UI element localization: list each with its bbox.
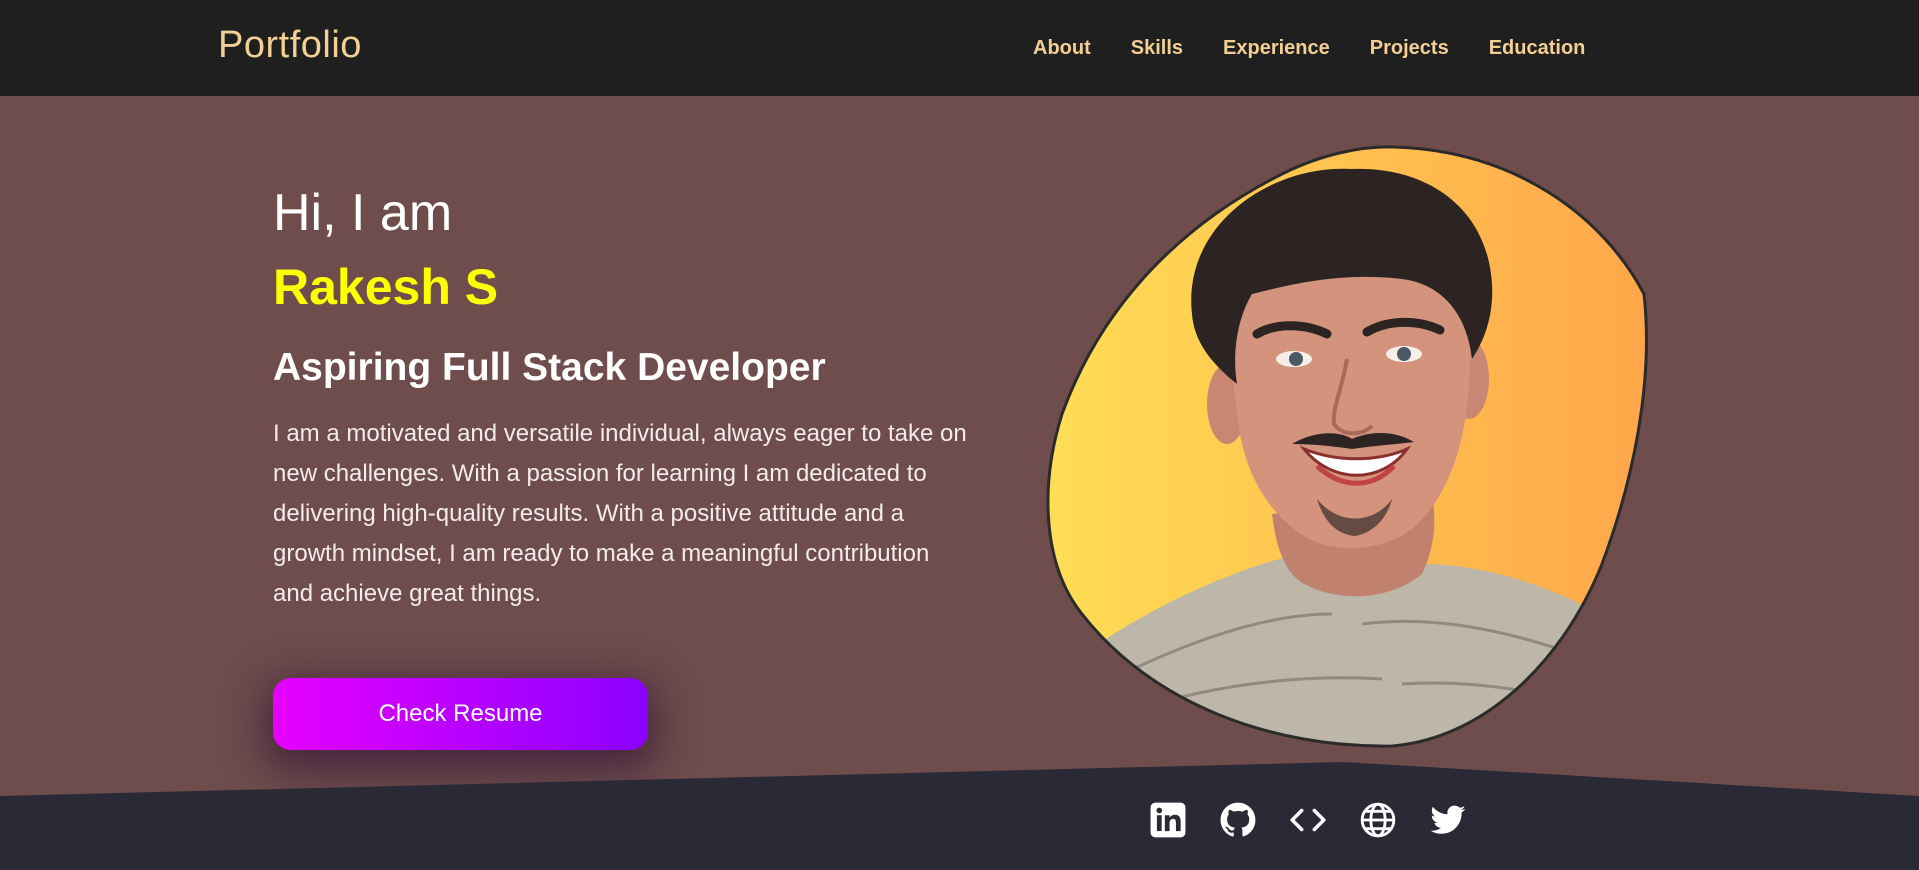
- nav-link-about[interactable]: About: [1033, 37, 1091, 63]
- profile-photo-blob: [1046, 145, 1648, 748]
- check-resume-button[interactable]: Check Resume: [273, 678, 648, 750]
- nav-link-experience[interactable]: Experience: [1223, 37, 1330, 63]
- nav-links: About Skills Experience Projects Educati…: [1033, 37, 1625, 63]
- brand-logo[interactable]: Portfolio: [218, 24, 362, 67]
- twitter-icon[interactable]: [1428, 800, 1468, 840]
- social-links: [1148, 800, 1498, 840]
- profile-photo: [1042, 144, 1650, 749]
- role-heading: Aspiring Full Stack Developer: [273, 346, 826, 389]
- code-icon[interactable]: [1288, 800, 1328, 840]
- hero-section: Hi, I am Rakesh S Aspiring Full Stack De…: [273, 180, 973, 614]
- linkedin-icon[interactable]: [1148, 800, 1188, 840]
- bio-paragraph: I am a motivated and versatile individua…: [273, 420, 967, 607]
- footer-wave: [0, 762, 1919, 870]
- globe-icon[interactable]: [1358, 800, 1398, 840]
- name-heading: Rakesh S: [273, 259, 499, 315]
- github-icon[interactable]: [1218, 800, 1258, 840]
- greeting-heading: Hi, I am: [273, 184, 453, 242]
- nav-link-skills[interactable]: Skills: [1131, 37, 1183, 63]
- nav-link-education[interactable]: Education: [1489, 37, 1586, 63]
- navbar: Portfolio About Skills Experience Projec…: [0, 0, 1919, 96]
- nav-link-projects[interactable]: Projects: [1370, 37, 1449, 63]
